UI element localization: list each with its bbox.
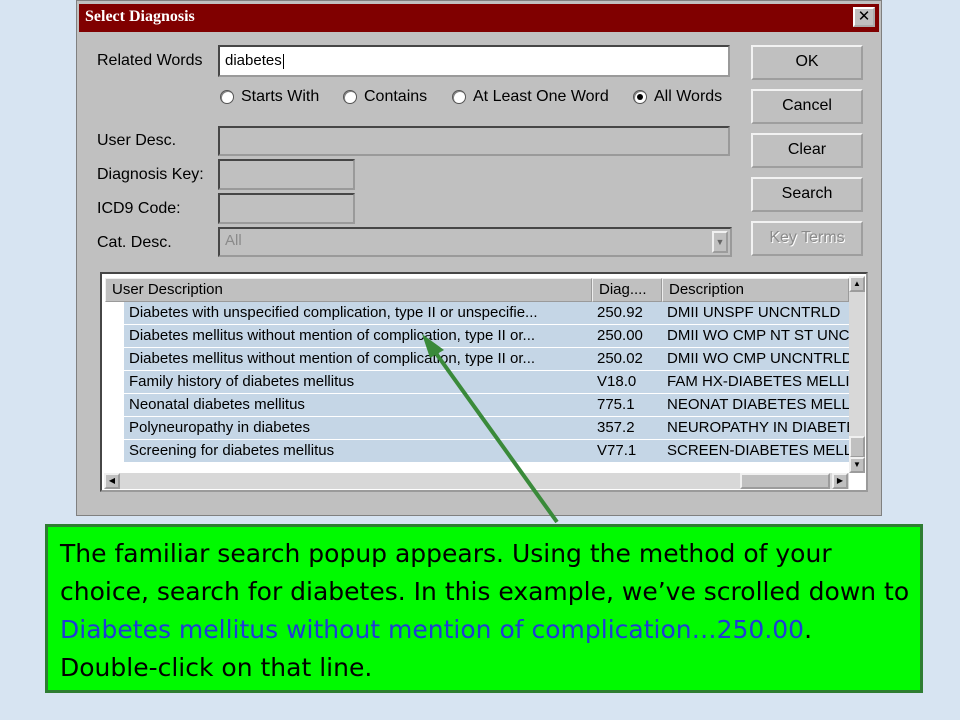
pointer-arrow-icon — [422, 334, 559, 524]
